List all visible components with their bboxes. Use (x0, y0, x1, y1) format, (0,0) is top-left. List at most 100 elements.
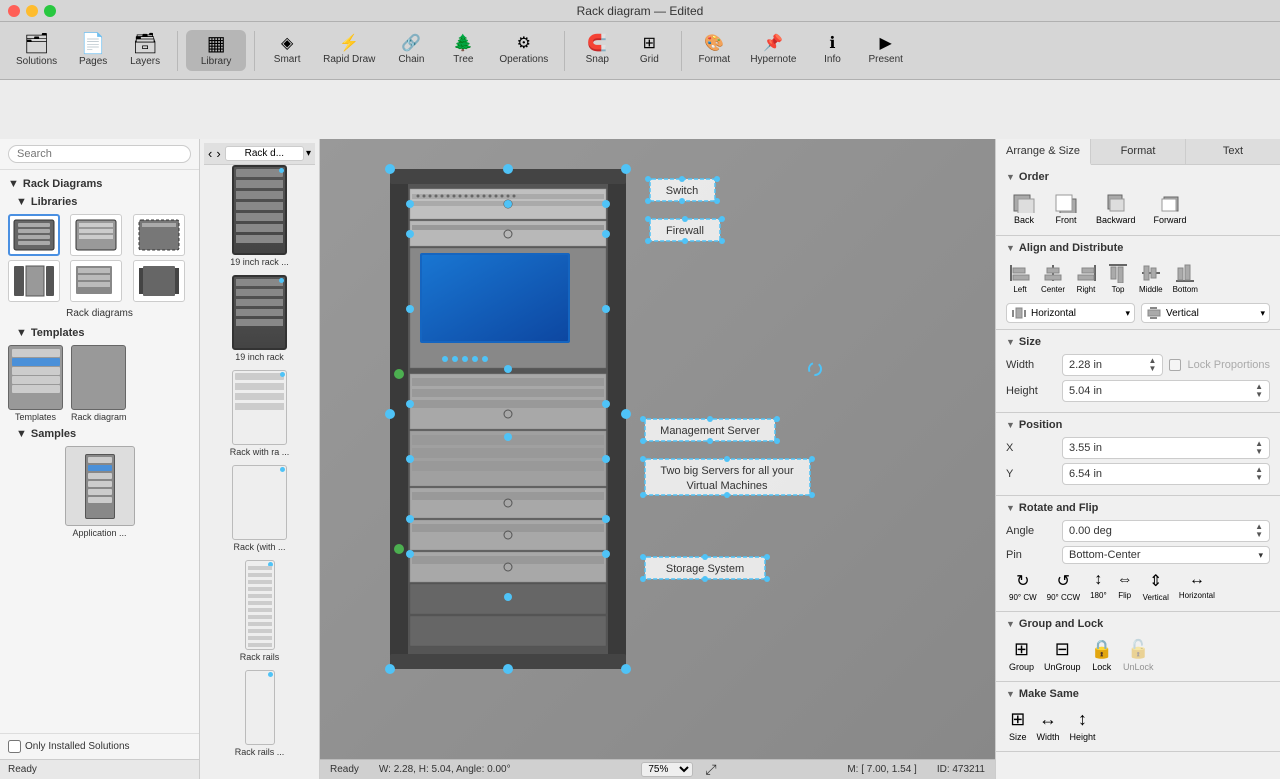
distribute-h-select[interactable]: Horizontal ▾ (1006, 303, 1135, 323)
align-bottom-btn[interactable]: Bottom (1170, 260, 1201, 297)
maximize-button[interactable] (44, 5, 56, 17)
template-thumb-1[interactable]: Templates (8, 345, 63, 422)
order-back-btn[interactable]: Back (1006, 189, 1042, 229)
minimize-button[interactable] (26, 5, 38, 17)
sample-thumb-1[interactable]: Application ... (65, 446, 135, 538)
toolbar-pages[interactable]: 📄 Pages (69, 30, 117, 71)
traffic-lights[interactable] (8, 5, 56, 17)
toolbar-grid[interactable]: ⊞ Grid (625, 32, 673, 69)
toolbar-layers[interactable]: 🗃 Layers (121, 30, 169, 71)
order-header[interactable]: ▼ Order (1006, 171, 1270, 183)
order-forward-btn[interactable]: Forward (1148, 189, 1193, 229)
position-x-value[interactable]: 3.55 in ▲ ▼ (1062, 437, 1270, 459)
thumb-rack-3d-5[interactable] (70, 260, 122, 302)
flip-btn[interactable]: ⇔ Flip (1114, 568, 1136, 605)
flip-horizontal-btn[interactable]: ↔ Horizontal (1176, 568, 1218, 605)
size-height-value[interactable]: 5.04 in ▲ ▼ (1062, 380, 1270, 402)
tab-arrange-size[interactable]: Arrange & Size (996, 139, 1091, 165)
rotate-90cw-btn[interactable]: ↻ 90° CW (1006, 568, 1040, 605)
toolbar-chain[interactable]: 🔗 Chain (387, 32, 435, 69)
x-down-btn[interactable]: ▼ (1255, 448, 1263, 456)
size-width-value[interactable]: 2.28 in ▲ ▼ (1062, 354, 1163, 376)
lib-item-19inch-rack-tall[interactable]: 19 inch rack ... (204, 165, 315, 267)
toolbar-format[interactable]: 🎨 Format (690, 32, 738, 69)
toolbar-present[interactable]: ▶ Present (860, 32, 910, 69)
make-same-header[interactable]: ▼ Make Same (1006, 688, 1270, 700)
width-stepper[interactable]: ▲ ▼ (1149, 357, 1157, 373)
rotate-flip-header[interactable]: ▼ Rotate and Flip (1006, 502, 1270, 514)
y-stepper[interactable]: ▲ ▼ (1255, 466, 1263, 482)
thumb-rack-3d-1[interactable] (8, 214, 60, 256)
zoom-select[interactable]: 75% 50% 100% 150% (641, 762, 693, 777)
tab-format[interactable]: Format (1091, 139, 1186, 164)
tab-text[interactable]: Text (1186, 139, 1280, 164)
lock-btn[interactable]: 🔒 Lock (1088, 636, 1116, 675)
make-same-height-btn[interactable]: ↕ Height (1067, 706, 1099, 745)
height-stepper[interactable]: ▲ ▼ (1255, 383, 1263, 399)
toolbar-rapid-draw[interactable]: ⚡ Rapid Draw (315, 32, 383, 69)
close-button[interactable] (8, 5, 20, 17)
lib-item-rack-rails2[interactable]: Rack rails ... (204, 670, 315, 757)
toolbar-info[interactable]: ℹ Info (808, 32, 856, 69)
y-down-btn[interactable]: ▼ (1255, 474, 1263, 482)
lib-item-rack-rails[interactable]: Rack rails (204, 560, 315, 662)
flip-vertical-btn[interactable]: ⇕ Vertical (1140, 568, 1172, 605)
position-y-value[interactable]: 6.54 in ▲ ▼ (1062, 463, 1270, 485)
expand-canvas-icon[interactable]: ⤢ (705, 761, 716, 778)
toolbar-solutions[interactable]: 🗂 Solutions (8, 30, 65, 71)
x-stepper[interactable]: ▲ ▼ (1255, 440, 1263, 456)
angle-value[interactable]: 0.00 deg ▲ ▼ (1062, 520, 1270, 542)
align-top-btn[interactable]: Top (1104, 260, 1132, 297)
thumb-rack-front-4[interactable] (8, 260, 60, 302)
make-same-size-btn[interactable]: ⊞ Size (1006, 706, 1030, 745)
canvas-content[interactable]: Switch Firewall Management Se (320, 139, 995, 779)
template-thumb-2[interactable]: Rack diagram (71, 345, 127, 422)
thumb-rack-3d-6[interactable] (133, 260, 185, 302)
order-front-btn[interactable]: Front (1048, 189, 1084, 229)
toolbar-operations[interactable]: ⚙ Operations (491, 32, 556, 69)
library-dropdown-btn[interactable]: ▾ (306, 148, 311, 159)
pin-value[interactable]: Bottom-Center ▾ (1062, 546, 1270, 564)
thumb-rack-front-3[interactable] (133, 214, 185, 256)
library-back-btn[interactable]: ‹ (208, 146, 212, 161)
order-backward-btn[interactable]: Backward (1090, 189, 1142, 229)
make-same-width-btn[interactable]: ↔ Width (1034, 706, 1063, 745)
section-samples[interactable]: ▼ Samples (0, 426, 199, 442)
lock-proportions-checkbox[interactable] (1169, 359, 1181, 371)
toolbar-library[interactable]: ▦ Library (186, 30, 246, 71)
only-installed-solutions[interactable]: Only Installed Solutions (0, 733, 199, 759)
section-templates[interactable]: ▼ Templates (0, 325, 199, 341)
align-center-btn[interactable]: Center (1038, 260, 1068, 297)
group-btn[interactable]: ⊞ Group (1006, 636, 1037, 675)
toolbar-tree[interactable]: 🌲 Tree (439, 32, 487, 69)
toolbar-smart[interactable]: ◈ Smart (263, 32, 311, 69)
angle-down-btn[interactable]: ▼ (1255, 531, 1263, 539)
height-down-btn[interactable]: ▼ (1255, 391, 1263, 399)
align-header[interactable]: ▼ Align and Distribute (1006, 242, 1270, 254)
align-middle-btn[interactable]: Middle (1136, 260, 1166, 297)
unlock-btn[interactable]: 🔓 UnLock (1120, 636, 1157, 675)
distribute-v-select[interactable]: Vertical ▾ (1141, 303, 1270, 323)
search-input[interactable] (8, 145, 191, 163)
lib-item-19inch-rack[interactable]: 19 inch rack (204, 275, 315, 362)
group-lock-header[interactable]: ▼ Group and Lock (1006, 618, 1270, 630)
align-left-btn[interactable]: Left (1006, 260, 1034, 297)
section-libraries[interactable]: ▼ Libraries (0, 194, 199, 210)
only-installed-checkbox[interactable] (8, 740, 21, 753)
thumb-rack-front-2[interactable] (70, 214, 122, 256)
lib-item-rack-with-rails[interactable]: Rack with ra ... (204, 370, 315, 457)
library-forward-btn[interactable]: › (216, 146, 220, 161)
section-rack-diagrams[interactable]: ▼ Rack Diagrams (0, 174, 199, 194)
width-down-btn[interactable]: ▼ (1149, 365, 1157, 373)
rack-diagram-svg[interactable]: Switch Firewall Management Se (360, 159, 980, 749)
toolbar-hypernote[interactable]: 📌 Hypernote (742, 32, 804, 69)
rotate-90ccw-btn[interactable]: ↺ 90° CCW (1044, 568, 1083, 605)
toolbar-snap[interactable]: 🧲 Snap (573, 32, 621, 69)
angle-stepper[interactable]: ▲ ▼ (1255, 523, 1263, 539)
lib-item-rack-with-rails2[interactable]: Rack (with ... (204, 465, 315, 552)
ungroup-btn[interactable]: ⊟ UnGroup (1041, 636, 1084, 675)
position-header[interactable]: ▼ Position (1006, 419, 1270, 431)
align-right-btn[interactable]: Right (1072, 260, 1100, 297)
rotate-180-btn[interactable]: ↕ 180° (1087, 568, 1110, 605)
size-header[interactable]: ▼ Size (1006, 336, 1270, 348)
